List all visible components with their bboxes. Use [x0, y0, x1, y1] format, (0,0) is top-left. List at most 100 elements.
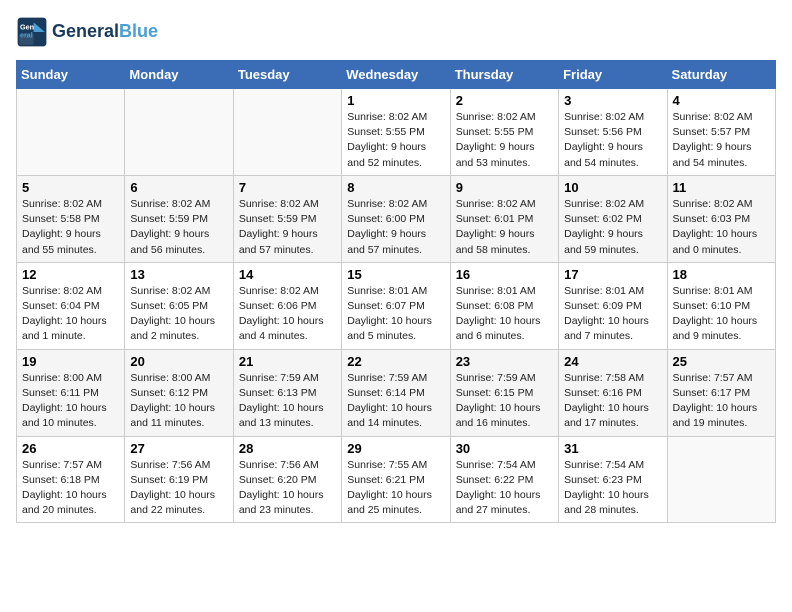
day-number: 2	[456, 93, 553, 108]
weekday-header-thursday: Thursday	[450, 61, 558, 89]
day-info: Sunrise: 8:02 AMSunset: 6:04 PMDaylight:…	[22, 284, 119, 345]
day-number: 31	[564, 441, 661, 456]
weekday-header-wednesday: Wednesday	[342, 61, 450, 89]
day-info: Sunrise: 8:02 AMSunset: 5:55 PMDaylight:…	[347, 110, 444, 171]
day-number: 23	[456, 354, 553, 369]
calendar-table: SundayMondayTuesdayWednesdayThursdayFrid…	[16, 60, 776, 523]
day-cell: 13Sunrise: 8:02 AMSunset: 6:05 PMDayligh…	[125, 262, 233, 349]
day-cell: 26Sunrise: 7:57 AMSunset: 6:18 PMDayligh…	[17, 436, 125, 523]
day-info: Sunrise: 8:02 AMSunset: 6:02 PMDaylight:…	[564, 197, 661, 258]
day-number: 19	[22, 354, 119, 369]
day-cell: 30Sunrise: 7:54 AMSunset: 6:22 PMDayligh…	[450, 436, 558, 523]
day-number: 10	[564, 180, 661, 195]
day-info: Sunrise: 8:02 AMSunset: 6:01 PMDaylight:…	[456, 197, 553, 258]
day-info: Sunrise: 8:02 AMSunset: 6:03 PMDaylight:…	[673, 197, 770, 258]
day-info: Sunrise: 7:54 AMSunset: 6:23 PMDaylight:…	[564, 458, 661, 519]
day-cell: 18 Sunrise: 8:01 AMSunset: 6:10 PMDayligh…	[667, 262, 775, 349]
day-number: 28	[239, 441, 336, 456]
day-info: Sunrise: 8:02 AMSunset: 5:59 PMDaylight:…	[130, 197, 227, 258]
day-number: 15	[347, 267, 444, 282]
day-number: 3	[564, 93, 661, 108]
day-cell: 25Sunrise: 7:57 AMSunset: 6:17 PMDayligh…	[667, 349, 775, 436]
day-info: Sunrise: 8:02 AMSunset: 6:06 PMDaylight:…	[239, 284, 336, 345]
day-number: 14	[239, 267, 336, 282]
day-cell: 19 Sunrise: 8:00 AMSunset: 6:11 PMDayligh…	[17, 349, 125, 436]
weekday-header-monday: Monday	[125, 61, 233, 89]
page-header: Gen eral GeneralBlue	[16, 16, 776, 48]
day-info: Sunrise: 7:55 AMSunset: 6:21 PMDaylight:…	[347, 458, 444, 519]
day-cell: 23 Sunrise: 7:59 AMSunset: 6:15 PMDayligh…	[450, 349, 558, 436]
day-info: Sunrise: 7:57 AMSunset: 6:17 PMDaylight:…	[673, 371, 770, 432]
day-cell	[17, 89, 125, 176]
day-number: 17	[564, 267, 661, 282]
day-cell: 27 Sunrise: 7:56 AMSunset: 6:19 PMDayligh…	[125, 436, 233, 523]
day-info: Sunrise: 8:01 AMSunset: 6:07 PMDaylight:…	[347, 284, 444, 345]
day-number: 7	[239, 180, 336, 195]
logo-icon: Gen eral	[16, 16, 48, 48]
day-info: Sunrise: 8:02 AMSunset: 5:59 PMDaylight:…	[239, 197, 336, 258]
day-info: Sunrise: 8:02 AMSunset: 5:57 PMDaylight:…	[673, 110, 770, 171]
day-number: 8	[347, 180, 444, 195]
logo-text: GeneralBlue	[52, 22, 158, 42]
weekday-header-row: SundayMondayTuesdayWednesdayThursdayFrid…	[17, 61, 776, 89]
week-row-3: 12 Sunrise: 8:02 AMSunset: 6:04 PMDayligh…	[17, 262, 776, 349]
day-info: Sunrise: 8:01 AMSunset: 6:10 PMDaylight:…	[673, 284, 770, 345]
day-info: Sunrise: 7:56 AMSunset: 6:19 PMDaylight:…	[130, 458, 227, 519]
day-info: Sunrise: 8:02 AMSunset: 5:56 PMDaylight:…	[564, 110, 661, 171]
day-number: 21	[239, 354, 336, 369]
day-info: Sunrise: 7:59 AMSunset: 6:14 PMDaylight:…	[347, 371, 444, 432]
day-info: Sunrise: 7:57 AMSunset: 6:18 PMDaylight:…	[22, 458, 119, 519]
day-number: 27	[130, 441, 227, 456]
week-row-4: 19 Sunrise: 8:00 AMSunset: 6:11 PMDayligh…	[17, 349, 776, 436]
svg-text:eral: eral	[20, 31, 33, 40]
day-number: 4	[673, 93, 770, 108]
day-cell: 3 Sunrise: 8:02 AMSunset: 5:56 PMDaylight…	[559, 89, 667, 176]
day-cell: 14 Sunrise: 8:02 AMSunset: 6:06 PMDayligh…	[233, 262, 341, 349]
day-cell: 7 Sunrise: 8:02 AMSunset: 5:59 PMDaylight…	[233, 175, 341, 262]
day-number: 12	[22, 267, 119, 282]
day-info: Sunrise: 8:01 AMSunset: 6:09 PMDaylight:…	[564, 284, 661, 345]
weekday-header-tuesday: Tuesday	[233, 61, 341, 89]
day-number: 18	[673, 267, 770, 282]
day-cell: 17 Sunrise: 8:01 AMSunset: 6:09 PMDayligh…	[559, 262, 667, 349]
day-cell: 22Sunrise: 7:59 AMSunset: 6:14 PMDayligh…	[342, 349, 450, 436]
day-cell: 12 Sunrise: 8:02 AMSunset: 6:04 PMDayligh…	[17, 262, 125, 349]
day-cell: 10 Sunrise: 8:02 AMSunset: 6:02 PMDayligh…	[559, 175, 667, 262]
day-info: Sunrise: 8:00 AMSunset: 6:12 PMDaylight:…	[130, 371, 227, 432]
day-cell	[233, 89, 341, 176]
day-info: Sunrise: 7:59 AMSunset: 6:13 PMDaylight:…	[239, 371, 336, 432]
day-cell: 15 Sunrise: 8:01 AMSunset: 6:07 PMDayligh…	[342, 262, 450, 349]
day-cell: 24Sunrise: 7:58 AMSunset: 6:16 PMDayligh…	[559, 349, 667, 436]
day-number: 5	[22, 180, 119, 195]
day-info: Sunrise: 8:02 AMSunset: 6:05 PMDaylight:…	[130, 284, 227, 345]
day-info: Sunrise: 8:01 AMSunset: 6:08 PMDaylight:…	[456, 284, 553, 345]
logo: Gen eral GeneralBlue	[16, 16, 158, 48]
day-number: 30	[456, 441, 553, 456]
day-info: Sunrise: 8:02 AMSunset: 5:58 PMDaylight:…	[22, 197, 119, 258]
day-number: 1	[347, 93, 444, 108]
day-number: 11	[673, 180, 770, 195]
day-number: 9	[456, 180, 553, 195]
day-number: 20	[130, 354, 227, 369]
weekday-header-saturday: Saturday	[667, 61, 775, 89]
week-row-5: 26Sunrise: 7:57 AMSunset: 6:18 PMDayligh…	[17, 436, 776, 523]
day-cell: 9 Sunrise: 8:02 AMSunset: 6:01 PMDaylight…	[450, 175, 558, 262]
day-cell	[125, 89, 233, 176]
day-cell: 8 Sunrise: 8:02 AMSunset: 6:00 PMDaylight…	[342, 175, 450, 262]
day-cell: 20 Sunrise: 8:00 AMSunset: 6:12 PMDayligh…	[125, 349, 233, 436]
day-info: Sunrise: 7:58 AMSunset: 6:16 PMDaylight:…	[564, 371, 661, 432]
week-row-1: 1 Sunrise: 8:02 AMSunset: 5:55 PMDaylight…	[17, 89, 776, 176]
day-cell: 2 Sunrise: 8:02 AMSunset: 5:55 PMDaylight…	[450, 89, 558, 176]
day-cell	[667, 436, 775, 523]
day-cell: 28 Sunrise: 7:56 AMSunset: 6:20 PMDayligh…	[233, 436, 341, 523]
day-info: Sunrise: 7:59 AMSunset: 6:15 PMDaylight:…	[456, 371, 553, 432]
day-info: Sunrise: 7:56 AMSunset: 6:20 PMDaylight:…	[239, 458, 336, 519]
day-cell: 6Sunrise: 8:02 AMSunset: 5:59 PMDaylight…	[125, 175, 233, 262]
day-info: Sunrise: 8:00 AMSunset: 6:11 PMDaylight:…	[22, 371, 119, 432]
day-number: 16	[456, 267, 553, 282]
day-cell: 4 Sunrise: 8:02 AMSunset: 5:57 PMDaylight…	[667, 89, 775, 176]
weekday-header-friday: Friday	[559, 61, 667, 89]
weekday-header-sunday: Sunday	[17, 61, 125, 89]
day-info: Sunrise: 8:02 AMSunset: 5:55 PMDaylight:…	[456, 110, 553, 171]
day-info: Sunrise: 8:02 AMSunset: 6:00 PMDaylight:…	[347, 197, 444, 258]
